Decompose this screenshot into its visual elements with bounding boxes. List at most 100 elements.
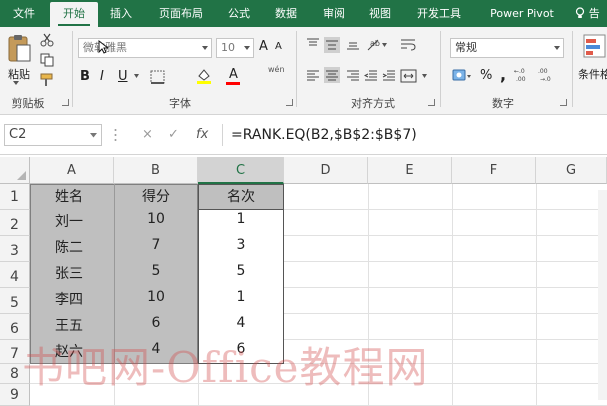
grow-font-button[interactable]: A <box>259 39 268 54</box>
font-size-dropdown-icon <box>244 46 250 50</box>
cell-c7[interactable]: 6 <box>198 341 284 357</box>
tab-insert[interactable]: 插入 <box>100 0 142 27</box>
cell-b2[interactable]: 10 <box>114 211 198 227</box>
cell-a3[interactable]: 陈二 <box>30 237 114 257</box>
column-header-g[interactable]: G <box>536 157 607 184</box>
cell-b5[interactable]: 10 <box>114 289 198 305</box>
conditional-formatting-icon[interactable] <box>582 33 607 61</box>
merge-dropdown-icon[interactable] <box>422 74 427 78</box>
align-bottom-icon[interactable] <box>346 37 360 51</box>
accounting-format-icon[interactable] <box>452 68 472 84</box>
name-box-dropdown-icon[interactable] <box>90 133 97 138</box>
tab-review[interactable]: 审阅 <box>312 0 356 27</box>
format-painter-icon[interactable] <box>40 73 56 87</box>
underline-dropdown-icon[interactable] <box>134 74 139 78</box>
column-header-f[interactable]: F <box>452 157 536 184</box>
italic-button[interactable]: I <box>100 69 104 84</box>
alignment-launcher-icon[interactable] <box>428 99 435 106</box>
orientation-icon[interactable]: ab <box>366 36 388 52</box>
cell-a2[interactable]: 刘一 <box>30 211 114 231</box>
worksheet-grid[interactable]: A B C D E F G 1 2 3 4 5 6 7 8 9 姓名 得分 名次… <box>0 157 607 406</box>
decrease-indent-icon[interactable] <box>364 69 378 83</box>
tab-developer[interactable]: 开发工具 <box>404 0 474 27</box>
font-size-combo[interactable]: 10 <box>216 38 254 58</box>
increase-indent-icon[interactable] <box>382 69 396 83</box>
tab-data[interactable]: 数据 <box>264 0 308 27</box>
cancel-edit-button[interactable]: × <box>142 124 153 146</box>
column-header-d[interactable]: D <box>284 157 368 184</box>
paste-icon[interactable] <box>6 34 32 64</box>
insert-function-button[interactable]: fx <box>196 124 208 146</box>
cell-c1[interactable]: 名次 <box>198 186 284 208</box>
fill-color-icon[interactable] <box>196 67 212 85</box>
wrap-text-icon[interactable] <box>400 37 416 53</box>
cell-a5[interactable]: 李四 <box>30 289 114 309</box>
row-header-5[interactable]: 5 <box>0 288 30 314</box>
select-all-button[interactable] <box>0 157 30 184</box>
row-header-8[interactable]: 8 <box>0 364 30 384</box>
tab-power-pivot[interactable]: Power Pivot <box>478 0 566 27</box>
tab-tell-me[interactable]: 告 <box>568 0 607 27</box>
cell-c2[interactable]: 1 <box>198 211 284 227</box>
cell-a4[interactable]: 张三 <box>30 263 114 283</box>
row-header-7[interactable]: 7 <box>0 340 30 364</box>
conditional-formatting-label[interactable]: 条件格 <box>578 66 607 82</box>
row-header-6[interactable]: 6 <box>0 314 30 340</box>
vertical-scrollbar[interactable] <box>598 190 607 400</box>
cell-b7[interactable]: 4 <box>114 341 198 357</box>
tab-view[interactable]: 视图 <box>358 0 402 27</box>
align-right-icon[interactable] <box>346 69 360 83</box>
phonetic-label[interactable]: wén <box>268 65 285 74</box>
align-top-icon[interactable] <box>306 37 320 51</box>
tab-file[interactable]: 文件 <box>0 0 48 27</box>
tab-formulas[interactable]: 公式 <box>218 0 260 27</box>
cell-c6[interactable]: 4 <box>198 315 284 331</box>
decrease-decimal-icon[interactable]: .00→.0 <box>538 67 558 83</box>
bold-button[interactable]: B <box>80 69 90 84</box>
shrink-font-button[interactable]: A <box>275 41 282 52</box>
font-launcher-icon[interactable] <box>286 99 293 106</box>
name-box[interactable]: C2 <box>4 124 102 146</box>
column-header-a[interactable]: A <box>30 157 114 184</box>
formula-input[interactable]: =RANK.EQ(B2,$B$2:$B$7) <box>231 124 417 146</box>
cell-b6[interactable]: 6 <box>114 315 198 331</box>
number-format-combo[interactable]: 常规 <box>450 38 564 58</box>
clipboard-launcher-icon[interactable] <box>62 99 69 106</box>
tab-home[interactable]: 开始 <box>50 2 98 27</box>
cell-a7[interactable]: 赵六 <box>30 341 114 361</box>
column-header-e[interactable]: E <box>368 157 452 184</box>
cell-b4[interactable]: 5 <box>114 263 198 279</box>
column-header-c[interactable]: C <box>198 157 284 184</box>
cut-icon[interactable] <box>40 33 54 47</box>
merge-center-icon[interactable] <box>400 69 418 83</box>
font-color-button[interactable]: A <box>229 67 238 82</box>
cell-b1[interactable]: 得分 <box>114 186 198 208</box>
number-launcher-icon[interactable] <box>560 99 567 106</box>
cell-c5[interactable]: 1 <box>198 289 284 305</box>
enter-edit-button[interactable]: ✓ <box>168 124 179 146</box>
comma-style-button[interactable]: , <box>500 65 506 84</box>
paste-dropdown-arrow[interactable] <box>13 81 19 85</box>
percent-style-button[interactable]: % <box>480 68 492 83</box>
number-group-label: 数字 <box>492 97 514 110</box>
cell-a1[interactable]: 姓名 <box>30 186 114 208</box>
cell-b3[interactable]: 7 <box>114 237 198 253</box>
row-header-4[interactable]: 4 <box>0 262 30 288</box>
column-header-b[interactable]: B <box>114 157 198 184</box>
cell-c4[interactable]: 5 <box>198 263 284 279</box>
cell-a6[interactable]: 王五 <box>30 315 114 335</box>
row-header-1[interactable]: 1 <box>0 184 30 210</box>
cell-c3[interactable]: 3 <box>198 237 284 253</box>
align-middle-icon[interactable] <box>324 37 340 53</box>
tab-page-layout[interactable]: 页面布局 <box>146 0 216 27</box>
underline-button[interactable]: U <box>118 69 128 84</box>
align-center-icon[interactable] <box>324 67 340 83</box>
row-header-3[interactable]: 3 <box>0 236 30 262</box>
increase-decimal-icon[interactable]: ←.0.00 <box>514 67 534 83</box>
borders-icon[interactable] <box>150 70 166 84</box>
splitter-icon[interactable] <box>114 127 117 143</box>
row-header-9[interactable]: 9 <box>0 384 30 406</box>
copy-icon[interactable] <box>40 53 54 67</box>
row-header-2[interactable]: 2 <box>0 210 30 236</box>
align-left-icon[interactable] <box>306 69 320 83</box>
